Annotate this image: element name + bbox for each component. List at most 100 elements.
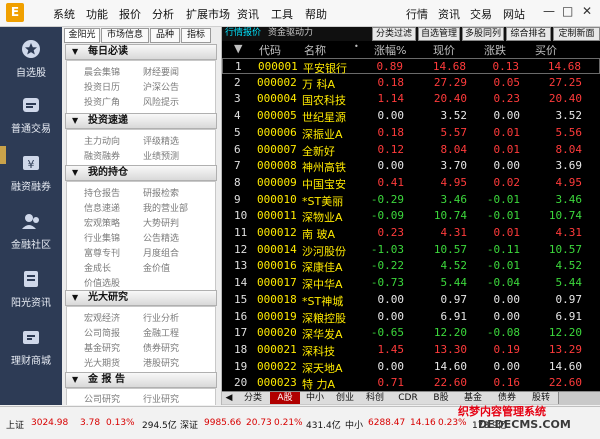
maximize-icon[interactable]: □ [562, 4, 573, 18]
sz-index-label[interactable]: 深证 [180, 418, 198, 431]
minimize-icon[interactable]: — [543, 4, 555, 18]
table-row[interactable]: 19 000022 深天地A 0.00 14.60 0.00 14.60 [222, 359, 600, 375]
col-price[interactable]: 现价 [433, 42, 455, 58]
col-pct[interactable]: 涨幅% [374, 42, 406, 58]
menu-market[interactable]: 行情 [406, 6, 428, 22]
link-item[interactable]: 金成长 [84, 261, 111, 274]
section-daily-reading[interactable]: ▼ 每日必读 [65, 44, 217, 60]
table-row[interactable]: 9 000010 *ST美丽 -0.29 3.46 -0.01 3.46 [222, 192, 600, 208]
nav-collapse-handle[interactable] [0, 146, 6, 164]
col-change[interactable]: 涨跌 [484, 42, 506, 58]
menu-system[interactable]: 系统 [53, 6, 75, 22]
tab-quote-list[interactable]: 行情报价 [225, 27, 261, 40]
menu-help[interactable]: 帮助 [305, 6, 327, 22]
menu-website[interactable]: 网站 [503, 6, 525, 22]
sh-index-label[interactable]: 上证 [6, 418, 24, 431]
link-item[interactable]: 投资广角 [84, 95, 120, 108]
col-bid[interactable]: 买价 [535, 42, 557, 58]
col-code[interactable]: 代码 [259, 42, 281, 58]
table-row[interactable]: 1 000001 平安银行 0.89 14.68 0.13 14.68 [222, 58, 600, 75]
menu-function[interactable]: 功能 [86, 6, 108, 22]
section-everbright-research[interactable]: ▼ 光大研究 [65, 290, 217, 306]
link-item[interactable]: 公告精选 [143, 231, 179, 244]
link-item[interactable]: 价值选股 [84, 276, 120, 289]
table-row[interactable]: 3 000004 国农科技 1.14 20.40 0.23 20.40 [222, 91, 600, 107]
tab-a-shares[interactable]: A股 [270, 392, 301, 404]
tab-jinyangguang[interactable]: 金阳光 [64, 28, 100, 43]
table-row[interactable]: 17 000020 深华发A -0.65 12.20 -0.08 12.20 [222, 325, 600, 341]
table-row[interactable]: 13 000016 深康佳A -0.22 4.52 -0.01 4.52 [222, 258, 600, 274]
link-item[interactable]: 业绩预测 [143, 149, 179, 162]
link-item[interactable]: 金价值 [143, 261, 170, 274]
nav-sunshine-news[interactable]: 阳光资讯 [0, 261, 62, 317]
sme-index-label[interactable]: 中小 [345, 418, 363, 431]
tab-variety[interactable]: 品种 [150, 28, 180, 43]
link-item[interactable]: 行业集锦 [84, 231, 120, 244]
table-row[interactable]: 16 000019 深粮控股 0.00 6.91 0.00 6.91 [222, 309, 600, 325]
nav-normal-trade[interactable]: 普通交易 [0, 87, 62, 143]
link-item[interactable]: 我的营业部 [143, 201, 188, 214]
menu-info[interactable]: 资讯 [237, 6, 259, 22]
nav-watchlist[interactable]: 自选股 [0, 31, 62, 87]
menu-trade[interactable]: 交易 [470, 6, 492, 22]
link-item[interactable]: 风险提示 [143, 95, 179, 108]
link-item[interactable]: 评级精选 [143, 134, 179, 147]
link-item[interactable]: 债券研究 [143, 341, 179, 354]
table-row[interactable]: 10 000011 深物业A -0.09 10.74 -0.01 10.74 [222, 208, 600, 224]
section-gold-report[interactable]: ▼ 金 报 告 [65, 372, 217, 388]
link-item[interactable]: 公司研究 [84, 392, 120, 405]
custom-page-button[interactable]: 定制新面 [553, 27, 600, 41]
tab-chinext[interactable]: 创业 [330, 392, 361, 404]
menu-tools[interactable]: 工具 [271, 6, 293, 22]
link-item[interactable]: 金融工程 [143, 326, 179, 339]
link-item[interactable]: 基金研究 [84, 341, 120, 354]
table-row[interactable]: 18 000021 深科技 1.45 13.30 0.19 13.29 [222, 342, 600, 358]
link-item[interactable]: 行业分析 [143, 311, 179, 324]
table-row[interactable]: 15 000018 *ST神城 0.00 0.97 0.00 0.97 [222, 292, 600, 308]
link-item[interactable]: 沪深公告 [143, 80, 179, 93]
table-row[interactable]: 6 000007 全新好 0.12 8.04 0.01 8.04 [222, 142, 600, 158]
link-item[interactable]: 大势研判 [143, 216, 179, 229]
col-name[interactable]: 名称 [304, 42, 326, 58]
link-item[interactable]: 富尊专刊 [84, 246, 120, 259]
menu-news[interactable]: 资讯 [438, 6, 460, 22]
link-item[interactable]: 宏观经济 [84, 311, 120, 324]
link-item[interactable]: 融资融券 [84, 149, 120, 162]
tab-indicator[interactable]: 指标 [181, 28, 211, 43]
table-row[interactable]: 11 000012 南 玻A 0.23 4.31 0.01 4.31 [222, 225, 600, 241]
link-item[interactable]: 投资日历 [84, 80, 120, 93]
table-row[interactable]: 8 000009 中国宝安 0.41 4.95 0.02 4.95 [222, 175, 600, 191]
tab-category[interactable]: 分类 [236, 392, 271, 404]
menu-extended-market[interactable]: 扩展市场 [186, 6, 230, 22]
tab-b-shares[interactable]: B股 [426, 392, 457, 404]
nav-margin-trading[interactable]: ¥ 融资融券 [0, 145, 62, 201]
link-item[interactable]: 持仓报告 [84, 186, 120, 199]
link-item[interactable]: 财经要闻 [143, 65, 179, 78]
section-investment-express[interactable]: ▼ 投资速递 [65, 113, 217, 129]
link-item[interactable]: 晨会集锦 [84, 65, 120, 78]
link-item[interactable]: 信息速递 [84, 201, 120, 214]
table-row[interactable]: 5 000006 深振业A 0.18 5.57 0.01 5.56 [222, 125, 600, 141]
link-item[interactable]: 研报检索 [143, 186, 179, 199]
table-row[interactable]: 20 000023 特 力A 0.71 22.60 0.16 22.60 [222, 375, 600, 391]
table-row[interactable]: 14 000017 深中华A -0.73 5.44 -0.04 5.44 [222, 275, 600, 291]
tab-market-info[interactable]: 市场信息 [101, 28, 149, 43]
tab-sme[interactable]: 中小 [300, 392, 331, 404]
scroll-left-icon[interactable]: ◀ [222, 392, 237, 404]
category-filter-button[interactable]: 分类过滤 [372, 27, 416, 41]
watchlist-manage-button[interactable]: 自选管理 [418, 27, 460, 41]
section-my-holdings[interactable]: ▼ 我的持仓 [65, 165, 217, 181]
sort-arrow-icon[interactable]: ▼ [234, 42, 242, 55]
nav-wealth-mall[interactable]: 理财商城 [0, 319, 62, 375]
menu-quote[interactable]: 报价 [119, 6, 141, 22]
link-item[interactable]: 月度组合 [143, 246, 179, 259]
table-row[interactable]: 12 000014 沙河股份 -1.03 10.57 -0.11 10.57 [222, 242, 600, 258]
table-row[interactable]: 2 000002 万 科A 0.18 27.29 0.05 27.25 [222, 75, 600, 91]
close-icon[interactable]: ✕ [582, 4, 592, 18]
link-item[interactable]: 光大期货 [84, 356, 120, 369]
overall-rank-button[interactable]: 综合排名 [506, 27, 551, 41]
link-item[interactable]: 宏观策略 [84, 216, 120, 229]
link-item[interactable]: 公司简报 [84, 326, 120, 339]
link-item[interactable]: 主力动向 [84, 134, 120, 147]
nav-community[interactable]: 金融社区 [0, 203, 62, 259]
